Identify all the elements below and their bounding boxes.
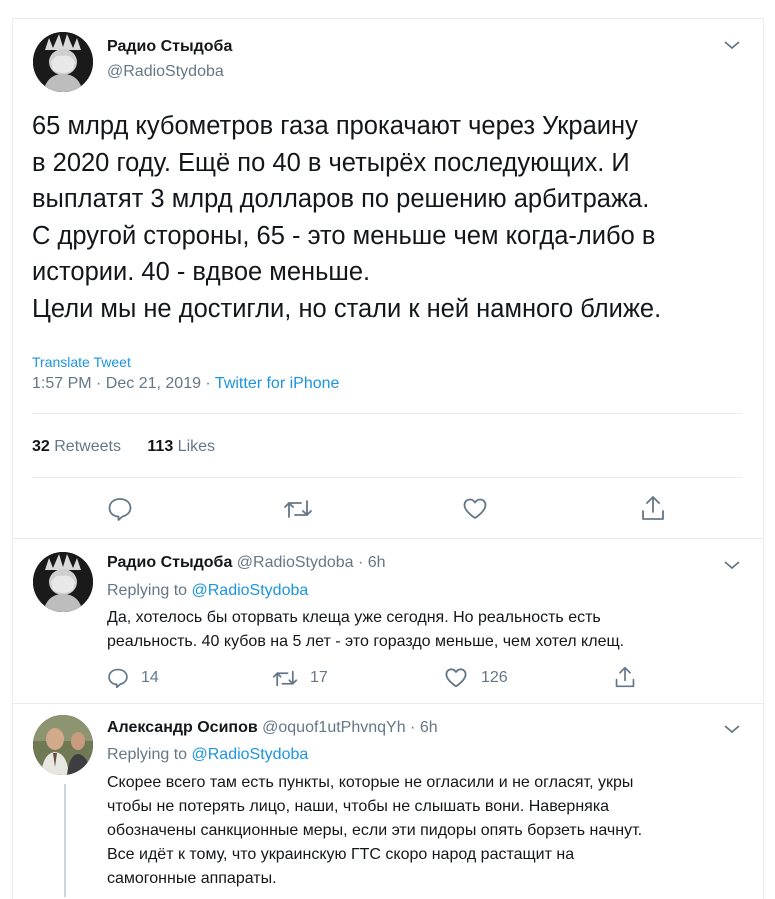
tweet-line: истории. 40 - вдвое меньше. <box>32 258 371 286</box>
reply-header: Александр Осипов @oquof1utPhvnqYh · 6h <box>107 719 438 737</box>
retweets-label: Retweets <box>54 438 121 455</box>
chevron-down-icon[interactable] <box>722 722 742 736</box>
reply-line: реальность. 40 кубов на 5 лет - это гора… <box>107 633 625 650</box>
reply-text: Да, хотелось бы оторвать клеща уже сегод… <box>107 606 624 654</box>
avatar[interactable] <box>33 715 93 775</box>
divider <box>32 477 742 478</box>
like-icon[interactable] <box>462 497 488 521</box>
reply-line: самогонные аппараты. <box>107 870 277 887</box>
retweet-icon[interactable] <box>272 668 298 689</box>
share-icon[interactable] <box>640 494 666 522</box>
author-name[interactable]: Радио Стыдоба <box>107 38 232 56</box>
likes-label: Likes <box>177 438 216 455</box>
tweet-stats: 32 Retweets 113 Likes <box>32 438 215 456</box>
divider <box>32 413 742 414</box>
replying-to: Replying to @RadioStydoba <box>107 582 308 600</box>
replying-to-handle[interactable]: @RadioStydoba <box>192 582 309 599</box>
tweet-line: в 2020 году. Ещё по 40 в четырёх последу… <box>32 148 630 177</box>
tweet-line: С другой стороны, 65 - это меньше чем ко… <box>32 221 656 250</box>
author-name[interactable]: Радио Стыдоба <box>107 554 232 571</box>
like-count: 126 <box>481 669 508 686</box>
retweet-count: 17 <box>310 669 328 686</box>
chevron-down-icon[interactable] <box>722 38 742 52</box>
replying-to-label: Replying to <box>107 746 192 763</box>
author-handle[interactable]: @oquof1utPhvnqYh <box>262 719 405 736</box>
divider <box>12 538 763 539</box>
tweet-line: 65 млрд кубометров газа прокачают через … <box>32 112 638 140</box>
translate-tweet-link[interactable]: Translate Tweet <box>32 354 131 370</box>
replying-to: Replying to @RadioStydoba <box>107 746 308 764</box>
tweet-text: 65 млрд кубометров газа прокачают через … <box>32 108 661 327</box>
like-icon[interactable] <box>444 667 468 689</box>
replying-to-handle[interactable]: @RadioStydoba <box>192 746 309 763</box>
share-icon[interactable] <box>614 665 636 689</box>
avatar[interactable] <box>33 552 93 612</box>
avatar[interactable] <box>33 32 93 92</box>
reply-time[interactable]: · 6h <box>406 719 438 736</box>
reply-line: Скорее всего там есть пункты, которые не… <box>107 774 634 791</box>
reply-line: чтобы не потерять лицо, наши, чтобы не с… <box>107 798 610 815</box>
retweet-icon[interactable] <box>283 497 313 521</box>
author-handle[interactable]: @RadioStydoba <box>107 63 224 81</box>
tweet-timestamp[interactable]: 1:57 PM · Dec 21, 2019 · <box>32 375 215 392</box>
author-name[interactable]: Александр Осипов <box>107 719 258 736</box>
reply-line: Да, хотелось бы оторвать клеща уже сегод… <box>107 609 601 626</box>
reply-time[interactable]: · 6h <box>354 554 386 571</box>
reply-text: Скорее всего там есть пункты, которые не… <box>107 771 642 891</box>
likes-stat[interactable]: 113 Likes <box>147 438 215 455</box>
replying-to-label: Replying to <box>107 582 192 599</box>
retweets-stat[interactable]: 32 Retweets <box>32 438 121 455</box>
reply-icon[interactable] <box>107 667 129 689</box>
reply-line: обозначены санкционные меры, если эти пи… <box>107 822 643 839</box>
tweet-source-link[interactable]: Twitter for iPhone <box>215 375 340 392</box>
chevron-down-icon[interactable] <box>722 558 742 572</box>
tweet-line: Цели мы не достигли, но стали к ней намн… <box>32 294 662 323</box>
divider <box>12 703 763 704</box>
likes-count: 113 <box>147 438 174 455</box>
reply-count: 14 <box>141 669 159 686</box>
retweets-count: 32 <box>32 438 50 455</box>
tweet-line: выплатят 3 млрд долларов по решению арби… <box>32 185 650 213</box>
tweet-meta: 1:57 PM · Dec 21, 2019 · Twitter for iPh… <box>32 375 339 393</box>
reply-icon[interactable] <box>107 496 133 522</box>
reply-line: Все идёт к тому, что украинскую ГТС скор… <box>107 846 575 863</box>
thread-line <box>64 784 66 897</box>
author-handle[interactable]: @RadioStydoba <box>237 554 354 571</box>
reply-header: Радио Стыдоба @RadioStydoba · 6h <box>107 554 386 572</box>
